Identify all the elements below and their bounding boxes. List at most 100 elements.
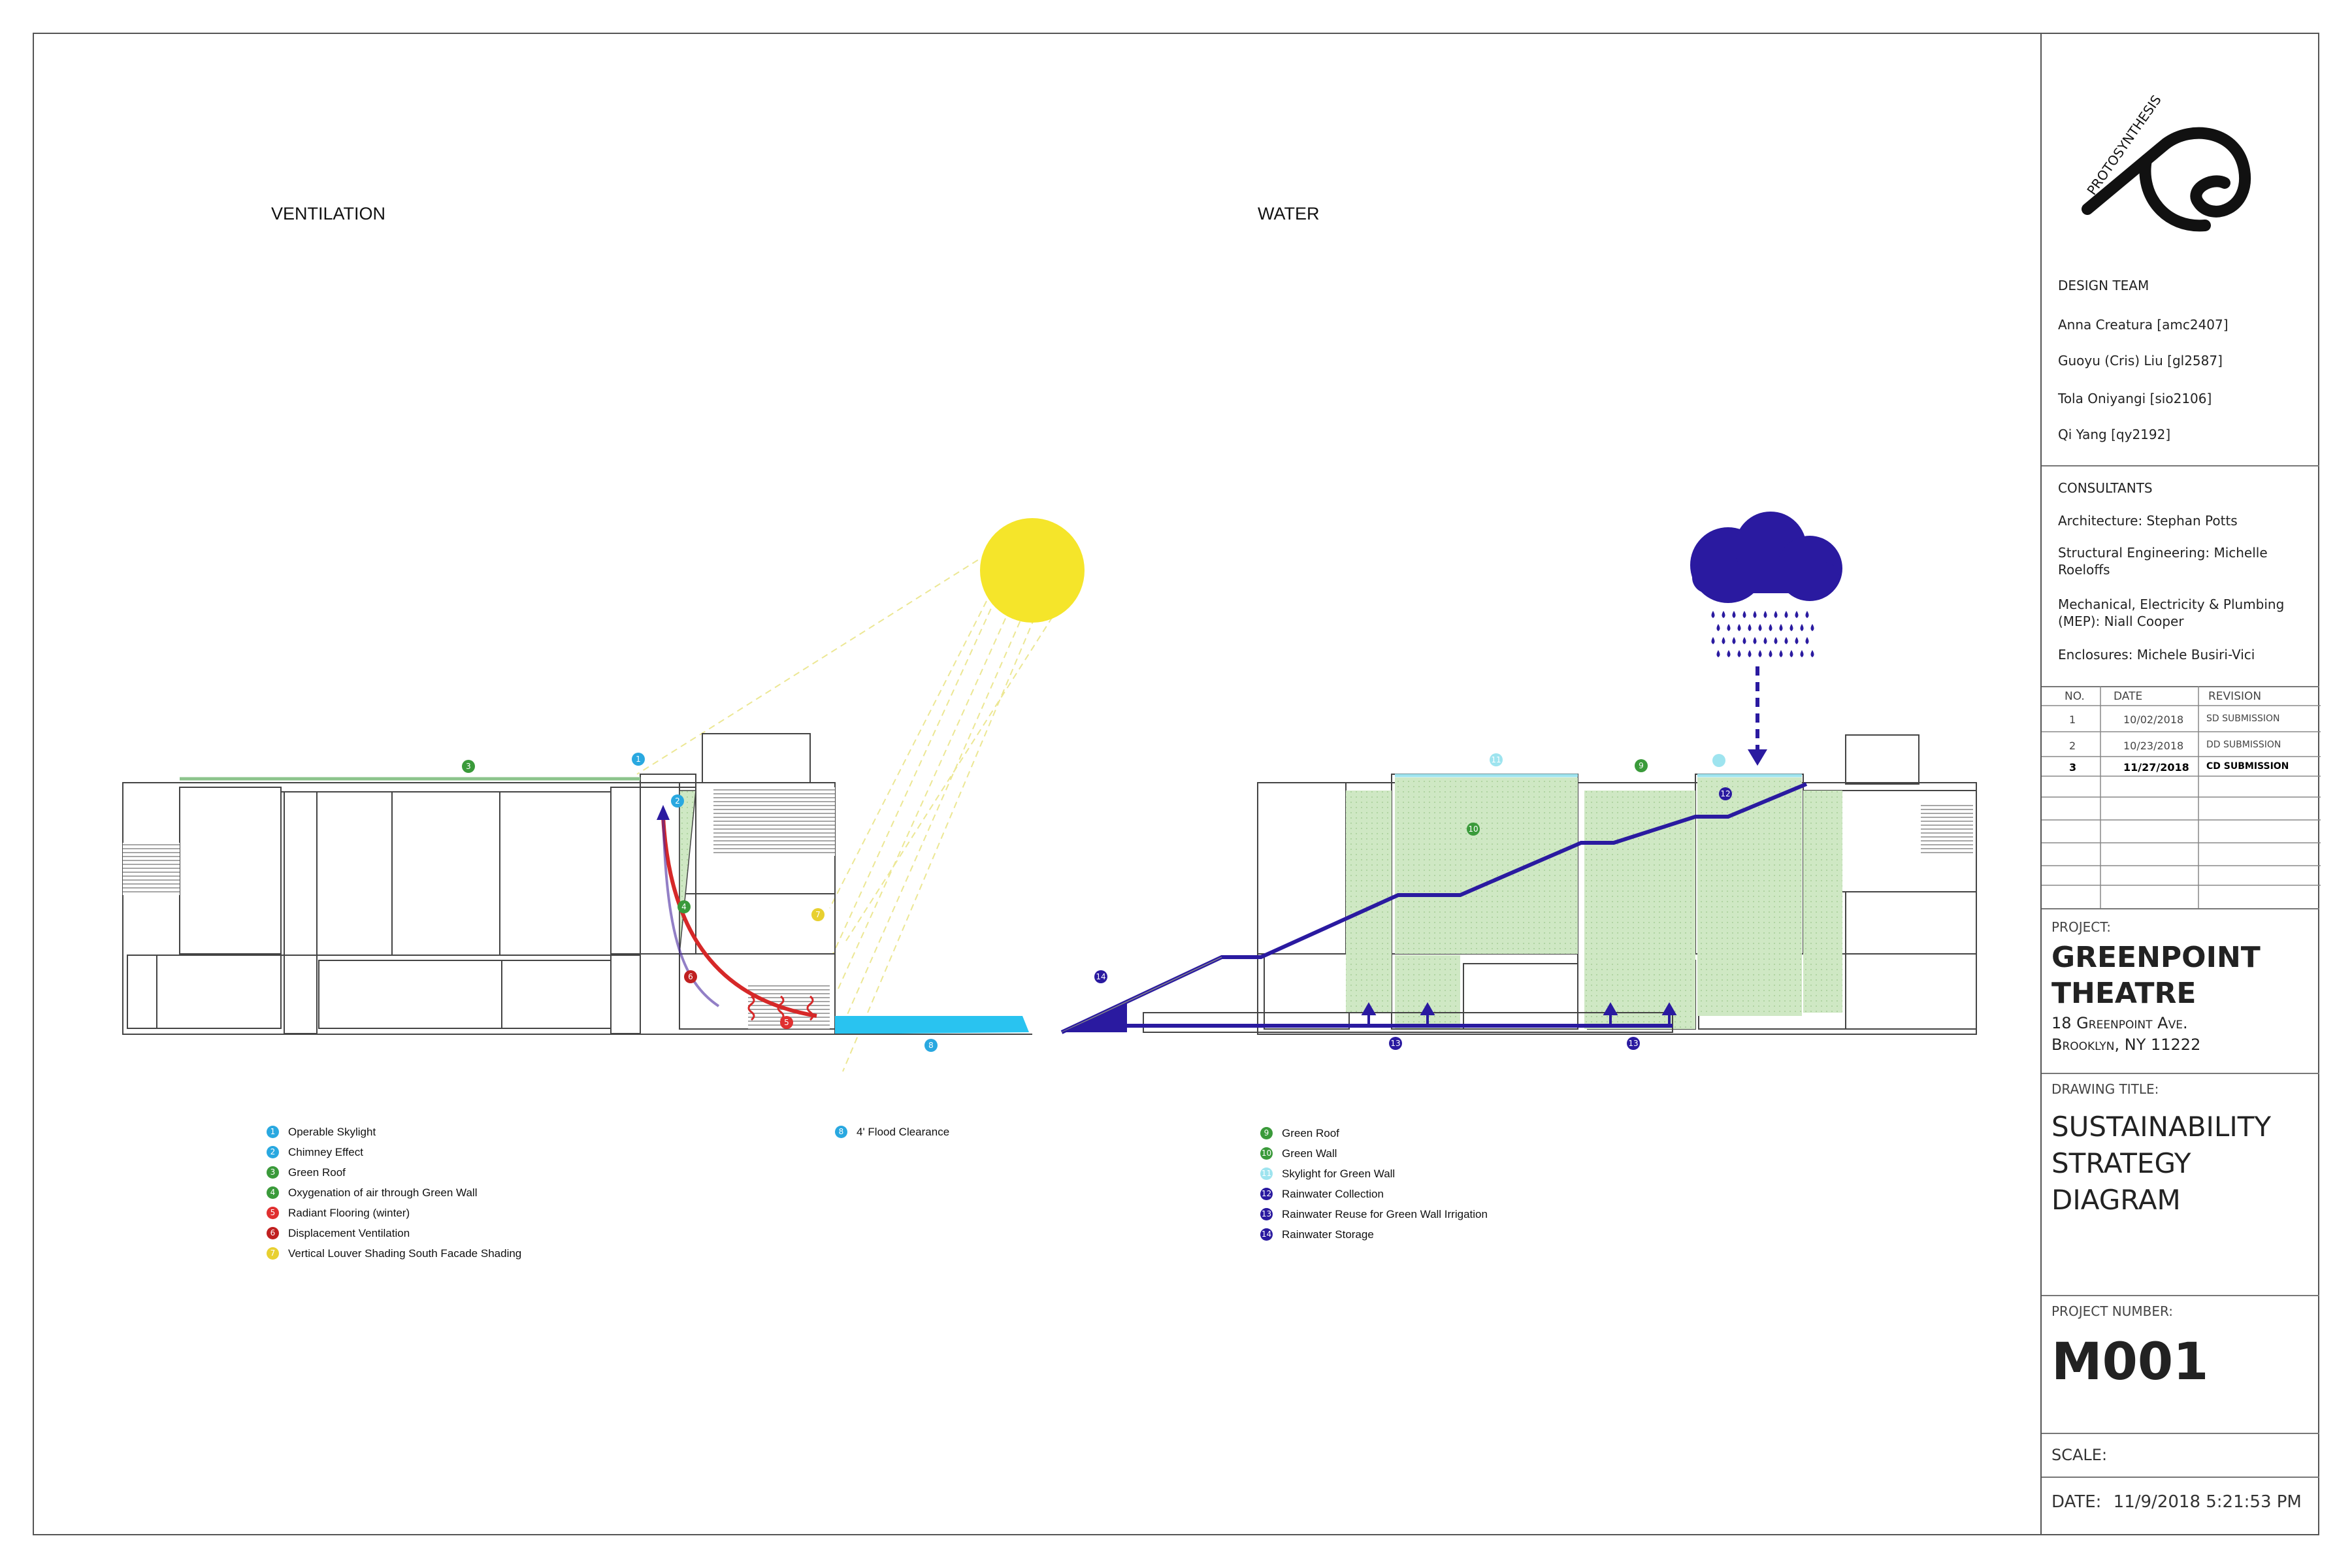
raindrop-icon — [1748, 650, 1752, 657]
legend-number-badge: 14 — [1260, 1228, 1273, 1241]
raindrop-icon — [1758, 624, 1762, 631]
marker-8-label: 8 — [928, 1041, 934, 1050]
chimney-green-wall — [679, 790, 696, 955]
address-line1: 18 Greenpoint Ave. — [2051, 1014, 2188, 1032]
raindrop-icon — [1727, 650, 1731, 657]
rev-revision-header: REVISION — [2208, 690, 2262, 703]
raindrop-icon — [1758, 650, 1762, 657]
team-member: Tola Oniyangi [sio2106] — [2058, 391, 2212, 406]
project-number-label: PROJECT NUMBER: — [2051, 1303, 2174, 1319]
marker-11b — [1712, 754, 1725, 767]
consultant: Architecture: Stephan Potts — [2058, 513, 2238, 529]
raindrop-icon — [1779, 650, 1783, 657]
raindrop-icon — [1784, 611, 1788, 618]
right-louvers — [1921, 804, 1973, 856]
legend-number-badge: 1 — [267, 1126, 279, 1138]
legend-label: 4' Flood Clearance — [857, 1125, 950, 1138]
legend-ventilation: 1 Operable Skylight 2 Chimney Effect 3 Green … — [267, 1122, 521, 1264]
rev-no: 3 — [2069, 761, 2077, 774]
legend-label: Oxygenation of air through Green Wall — [288, 1186, 478, 1199]
legend-number-badge: 9 — [1260, 1127, 1273, 1139]
date-line: DATE: 11/9/2018 5:21:53 PM — [2051, 1492, 2302, 1512]
title-block: PROTOSYNTHESIS DESIGN TEAM Anna Creatura… — [2040, 33, 2321, 1535]
consultant: Mechanical, Electricity & Plumbing (MEP)… — [2058, 596, 2285, 629]
raindrop-icon — [1784, 637, 1788, 644]
raindrop-icon — [1805, 611, 1809, 618]
legend-item: 6 Displacement Ventilation — [267, 1223, 521, 1243]
raindrop-icon — [1800, 650, 1804, 657]
legend-label: Rainwater Storage — [1282, 1228, 1374, 1241]
divider — [2042, 465, 2319, 466]
raindrop-icon — [1722, 637, 1725, 644]
raindrop-icon — [1711, 611, 1715, 618]
legend-label: Displacement Ventilation — [288, 1226, 410, 1239]
project-name-line1: GREENPOINT — [2051, 941, 2261, 974]
raindrop-icon — [1810, 650, 1814, 657]
raindrop-icon — [1737, 624, 1741, 631]
rainwater-storage-tank — [1062, 1003, 1127, 1032]
sun-rays — [636, 542, 1059, 1072]
raindrop-icon — [1800, 624, 1804, 631]
legend-item: 8 4' Flood Clearance — [835, 1122, 949, 1142]
address-line2: Brooklyn, NY 11222 — [2051, 1036, 2201, 1054]
raindrop-icon — [1795, 611, 1799, 618]
team-member: Anna Creatura [amc2407] — [2058, 317, 2229, 333]
drawing-title-line2: STRATEGY — [2051, 1147, 2191, 1179]
consultant: Enclosures: Michele Busiri-Vici — [2058, 647, 2255, 662]
divider — [2042, 1433, 2319, 1434]
raindrop-icon — [1732, 637, 1736, 644]
raindrop-icon — [1763, 637, 1767, 644]
sustainability-section-diagram: 3 1 2 4 7 6 5 8 14 11 9 10 12 13 13 — [122, 512, 1977, 1072]
legend-label: Vertical Louver Shading South Facade Sha… — [288, 1247, 522, 1260]
raindrop-icon — [1727, 624, 1731, 631]
legend-item: 4 Oxygenation of air through Green Wall — [267, 1183, 521, 1203]
raindrop-icon — [1716, 624, 1720, 631]
legend-item: 13 Rainwater Reuse for Green Wall Irrigat… — [1260, 1204, 1488, 1224]
rev-desc: CD SUBMISSION — [2206, 761, 2289, 772]
rain-cloud-icon — [1690, 512, 1842, 603]
consultants-title: CONSULTANTS — [2058, 480, 2153, 496]
legend-label: Green Roof — [288, 1166, 346, 1179]
marker-3-label: 3 — [466, 762, 471, 771]
marker-6-label: 6 — [688, 972, 693, 981]
legend-number-badge: 8 — [835, 1126, 847, 1138]
legend-number-badge: 5 — [267, 1207, 279, 1219]
raindrop-icon — [1795, 637, 1799, 644]
marker-13a-label: 13 — [1390, 1039, 1400, 1048]
date-value: 11/9/2018 5:21:53 PM — [2113, 1492, 2302, 1512]
legend-water: 9 Green Roof 10 Green Wall 11 Skylight for Gr… — [1260, 1123, 1488, 1245]
project-label: PROJECT: — [2051, 919, 2111, 935]
drawing-title-label: DRAWING TITLE: — [2051, 1081, 2159, 1097]
rev-no-header: NO. — [2065, 690, 2085, 703]
legend-item: 2 Chimney Effect — [267, 1142, 521, 1162]
legend-number-badge: 3 — [267, 1166, 279, 1179]
marker-4-label: 4 — [681, 902, 687, 911]
rain-arrowhead — [1748, 749, 1767, 766]
raindrop-icon — [1732, 611, 1736, 618]
marker-11a-label: 11 — [1491, 755, 1501, 764]
raindrops — [1711, 611, 1814, 657]
raindrop-icon — [1789, 624, 1793, 631]
legend-item: 9 Green Roof — [1260, 1123, 1488, 1143]
drawing-title-line3: DIAGRAM — [2051, 1184, 2181, 1216]
sun-icon — [980, 518, 1085, 623]
raindrop-icon — [1774, 611, 1778, 618]
marker-1-label: 1 — [636, 755, 641, 764]
legend-item: 5 Radiant Flooring (winter) — [267, 1203, 521, 1223]
legend-label: Rainwater Reuse for Green Wall Irrigatio… — [1282, 1207, 1488, 1220]
marker-12-label: 12 — [1720, 789, 1730, 798]
raindrop-icon — [1742, 637, 1746, 644]
rev-no: 2 — [2069, 740, 2076, 752]
raindrop-icon — [1769, 650, 1772, 657]
raindrop-icon — [1737, 650, 1741, 657]
legend-item: 1 Operable Skylight — [267, 1122, 521, 1142]
marker-5-label: 5 — [784, 1018, 789, 1027]
legend-number-badge: 6 — [267, 1227, 279, 1239]
chimney-arrowhead — [657, 805, 670, 820]
raindrop-icon — [1722, 611, 1725, 618]
project-name-line2: THEATRE — [2051, 977, 2197, 1010]
divider — [2042, 1295, 2319, 1296]
legend-item: 7 Vertical Louver Shading South Facade Sh… — [267, 1243, 521, 1264]
legend-flood: 8 4' Flood Clearance — [835, 1122, 949, 1142]
divider — [2042, 1477, 2319, 1478]
